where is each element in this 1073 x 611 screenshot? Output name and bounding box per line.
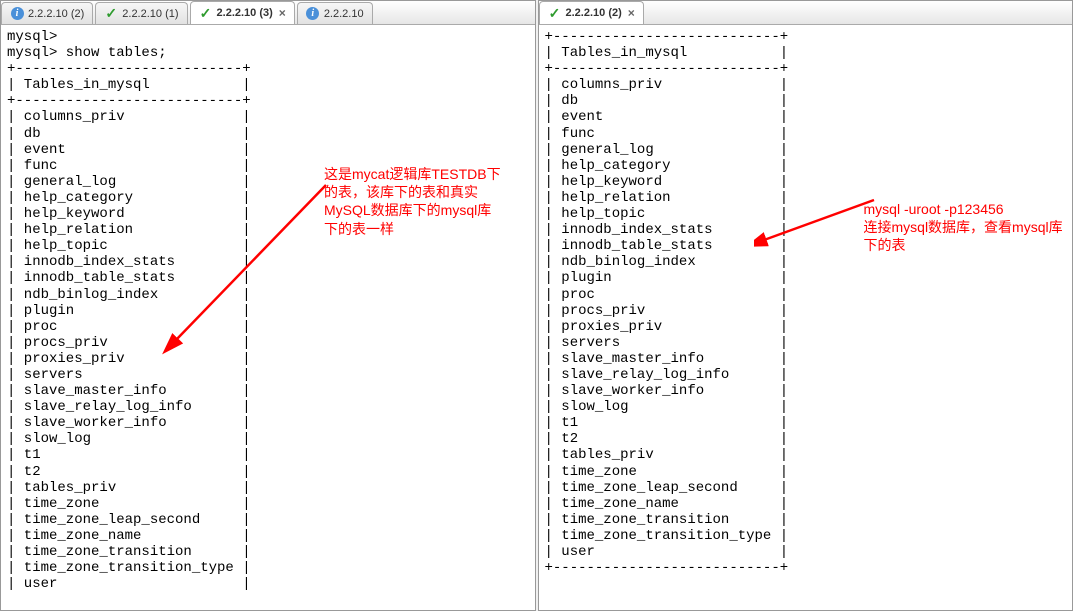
left-tab-1[interactable]: ✓ 2.2.2.10 (1)	[95, 2, 187, 24]
left-pane: i 2.2.2.10 (2) ✓ 2.2.2.10 (1) ✓ 2.2.2.10 (3) ×…	[0, 0, 536, 611]
left-tab-0[interactable]: i 2.2.2.10 (2)	[1, 2, 93, 24]
left-tabbar: i 2.2.2.10 (2) ✓ 2.2.2.10 (1) ✓ 2.2.2.10 (3) ×…	[1, 1, 535, 25]
right-tabbar: ✓ 2.2.2.10 (2) ×	[539, 1, 1073, 25]
tab-label: 2.2.2.10	[324, 8, 364, 20]
close-icon[interactable]: ×	[279, 6, 286, 20]
check-icon: ✓	[200, 5, 212, 22]
info-icon: i	[11, 7, 24, 20]
close-icon[interactable]: ×	[628, 6, 635, 20]
tab-label: 2.2.2.10 (2)	[566, 7, 622, 19]
tab-label: 2.2.2.10 (1)	[122, 8, 178, 20]
left-terminal[interactable]: mysql> mysql> show tables; +------------…	[1, 25, 535, 610]
check-icon: ✓	[549, 5, 561, 22]
info-icon: i	[306, 7, 319, 20]
right-tab-0[interactable]: ✓ 2.2.2.10 (2) ×	[539, 1, 644, 24]
right-pane: ✓ 2.2.2.10 (2) × +------------------------…	[538, 0, 1073, 611]
terminal-output: +---------------------------+ | Tables_i…	[545, 29, 1067, 576]
left-tab-3[interactable]: i 2.2.2.10	[297, 2, 373, 24]
terminal-output: mysql> mysql> show tables; +------------…	[7, 29, 529, 592]
left-tab-2[interactable]: ✓ 2.2.2.10 (3) ×	[190, 1, 295, 24]
tab-label: 2.2.2.10 (2)	[28, 8, 84, 20]
tab-label: 2.2.2.10 (3)	[217, 7, 273, 19]
check-icon: ✓	[105, 5, 117, 22]
right-terminal[interactable]: +---------------------------+ | Tables_i…	[539, 25, 1073, 610]
